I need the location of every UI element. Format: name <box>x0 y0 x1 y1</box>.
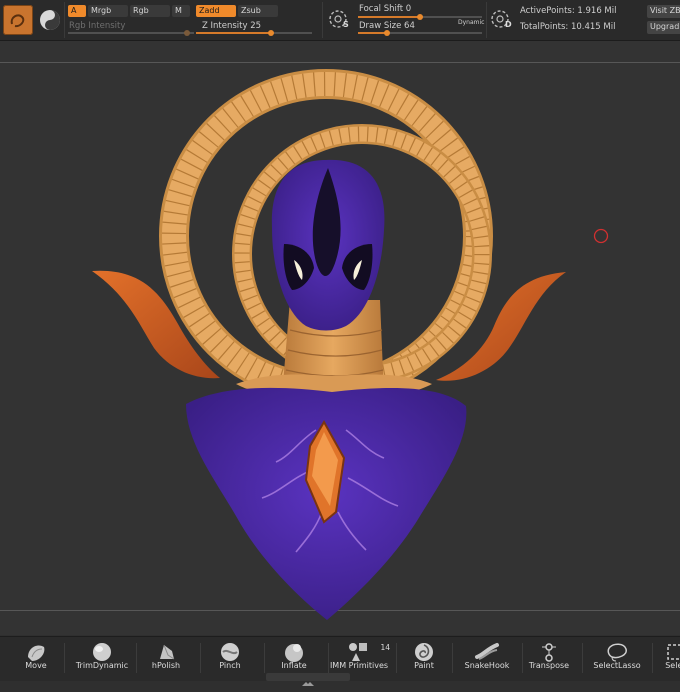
tool-label: TrimDynamic <box>75 661 129 670</box>
tool-paint[interactable]: Paint <box>400 637 448 681</box>
tool-label: SnakeHook <box>464 661 510 670</box>
tool-label: SelectLasso <box>593 661 641 670</box>
tool-selec[interactable]: Selec <box>652 637 680 681</box>
tool-separator <box>452 643 453 673</box>
tool-move[interactable]: Move <box>12 637 60 681</box>
tool-hpolish[interactable]: hPolish <box>136 637 196 681</box>
tool-label: Transpose <box>528 661 570 670</box>
tool-transpose[interactable]: Transpose <box>520 637 578 681</box>
bottom-tool-shelf: Move TrimDynamic hPolish Pinch Inflate 14 IMM … <box>0 636 680 686</box>
tool-label: IMM Primitives <box>329 661 389 670</box>
tool-label: Selec <box>665 661 680 670</box>
tool-badge: 14 <box>380 643 390 652</box>
tool-label: Pinch <box>219 661 241 670</box>
tool-label: Inflate <box>281 661 307 670</box>
tool-separator <box>582 643 583 673</box>
tool-label: Paint <box>414 661 434 670</box>
tool-label: hPolish <box>151 661 181 670</box>
tool-separator <box>64 643 65 673</box>
tool-selectlasso[interactable]: SelectLasso <box>586 637 648 681</box>
tool-separator <box>396 643 397 673</box>
expand-arrows-icon <box>302 682 314 686</box>
brush-cursor-icon <box>593 228 609 244</box>
tool-label: Move <box>25 661 47 670</box>
tool-snakehook[interactable]: SnakeHook <box>456 637 518 681</box>
sculpt-model[interactable] <box>0 0 680 680</box>
tool-pinch[interactable]: Pinch <box>200 637 260 681</box>
tool-trimdynamic[interactable]: TrimDynamic <box>72 637 132 681</box>
